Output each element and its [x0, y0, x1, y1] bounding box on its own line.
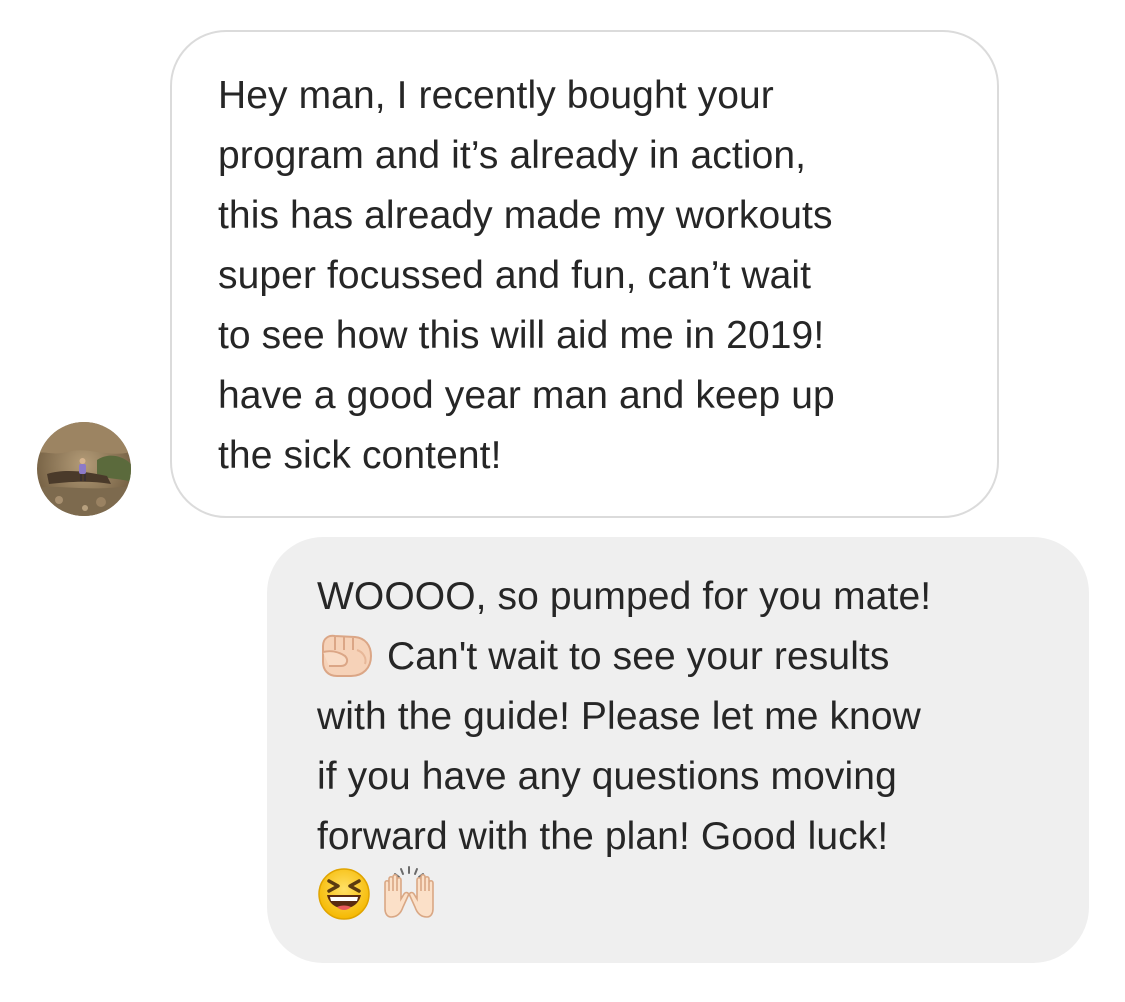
- message-line: WOOOO, so pumped for you mate!: [317, 575, 932, 618]
- message-line: if you have any questions moving: [317, 755, 897, 798]
- message-thread: Hey man, I recently bought your program …: [0, 0, 1125, 1002]
- message-line: the sick content!: [218, 434, 502, 477]
- raised-hands-icon: [379, 865, 439, 923]
- message-line: super focussed and fun, can’t wait: [218, 254, 812, 297]
- message-line: forward with the plan! Good luck!: [317, 815, 889, 858]
- message-text: Can't wait to see your results: [387, 635, 890, 678]
- outgoing-message-bubble[interactable]: WOOOO, so pumped for you mate! Can't wai…: [267, 537, 1089, 963]
- message-line: Hey man, I recently bought your: [218, 74, 774, 117]
- incoming-message-bubble[interactable]: Hey man, I recently bought your program …: [170, 30, 999, 518]
- avatar[interactable]: [37, 422, 131, 516]
- message-line: program and it’s already in action,: [218, 134, 807, 177]
- message-line: have a good year man and keep up: [218, 374, 835, 417]
- message-line: this has already made my workouts: [218, 194, 833, 237]
- fist-bump-icon: [317, 630, 373, 678]
- message-line-with-emoji: Can't wait to see your results: [317, 627, 1069, 687]
- emoji-line: [317, 865, 1069, 927]
- message-line: to see how this will aid me in 2019!: [218, 314, 825, 357]
- message-line: with the guide! Please let me know: [317, 695, 921, 738]
- laughing-face-icon: [317, 867, 371, 921]
